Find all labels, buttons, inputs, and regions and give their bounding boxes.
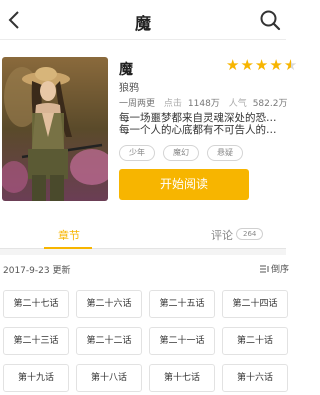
tag-suspense[interactable]: 悬疑 bbox=[207, 145, 243, 161]
chapter-button[interactable]: 第二十六话 bbox=[76, 290, 142, 318]
tag-youth[interactable]: 少年 bbox=[119, 145, 155, 161]
description-line: 每一个人的心底都有不可告人的过... bbox=[119, 124, 283, 136]
clicks-value: 1148万 bbox=[187, 99, 220, 109]
top-bar: 魔 bbox=[0, 0, 286, 40]
page-title: 魔 bbox=[134, 14, 151, 33]
sort-toggle[interactable]: 倒序 bbox=[260, 262, 289, 275]
tag-fantasy[interactable]: 魔幻 bbox=[163, 145, 199, 161]
update-date: 2017-9-23 更新 bbox=[3, 266, 71, 276]
sort-icon bbox=[260, 265, 269, 273]
book-stats: 一周两更 点击 1148万 人气 582.2万 bbox=[119, 96, 293, 109]
chapter-button[interactable]: 第十九话 bbox=[3, 364, 69, 392]
chapter-button[interactable]: 第十七话 bbox=[149, 364, 215, 392]
chapter-button[interactable]: 第十八话 bbox=[76, 364, 142, 392]
update-frequency: 一周两更 bbox=[119, 99, 156, 109]
book-description[interactable]: 每一场噩梦都来自灵魂深处的恐惧， 每一个人的心底都有不可告人的过... bbox=[119, 112, 283, 136]
book-title: 魔 bbox=[119, 62, 133, 78]
half-star-icon: ★ bbox=[283, 56, 298, 74]
search-icon[interactable] bbox=[258, 8, 282, 32]
tab-comments[interactable]: 评论 bbox=[211, 227, 233, 243]
star-icon: ★ bbox=[269, 56, 283, 74]
book-cover[interactable] bbox=[2, 57, 108, 201]
tag-list: 少年 魔幻 悬疑 bbox=[119, 145, 243, 161]
description-line: 每一场噩梦都来自灵魂深处的恐惧， bbox=[119, 112, 283, 124]
comment-count-badge: 264 bbox=[236, 228, 264, 240]
start-reading-button[interactable]: 开始阅读 bbox=[119, 169, 249, 200]
chapter-button[interactable]: 第二十七话 bbox=[3, 290, 69, 318]
section-divider bbox=[0, 249, 286, 255]
chapter-button[interactable]: 第十六话 bbox=[222, 364, 288, 392]
book-author[interactable]: 狼鸦 bbox=[119, 79, 139, 94]
star-icon: ★ bbox=[254, 56, 269, 74]
chapter-button[interactable]: 第二十话 bbox=[222, 327, 288, 355]
star-icon: ★ bbox=[240, 56, 254, 74]
chapter-button[interactable]: 第二十二话 bbox=[76, 327, 142, 355]
popularity-label: 人气 bbox=[228, 99, 247, 109]
chapter-button[interactable]: 第二十五话 bbox=[149, 290, 215, 318]
rating-stars: ★ ★ ★ ★ ★ bbox=[226, 58, 297, 73]
chapter-button[interactable]: 第二十三话 bbox=[3, 327, 69, 355]
chapter-button[interactable]: 第二十一话 bbox=[149, 327, 215, 355]
tab-bar: 章节 评论 264 bbox=[0, 222, 286, 249]
star-icon: ★ bbox=[226, 56, 240, 74]
book-cover-illustration bbox=[2, 57, 108, 201]
sort-label: 倒序 bbox=[271, 265, 290, 275]
tab-chapters[interactable]: 章节 bbox=[58, 227, 80, 243]
popularity-value: 582.2万 bbox=[252, 99, 288, 109]
clicks-label: 点击 bbox=[163, 99, 182, 109]
chapter-button[interactable]: 第二十四话 bbox=[222, 290, 288, 318]
